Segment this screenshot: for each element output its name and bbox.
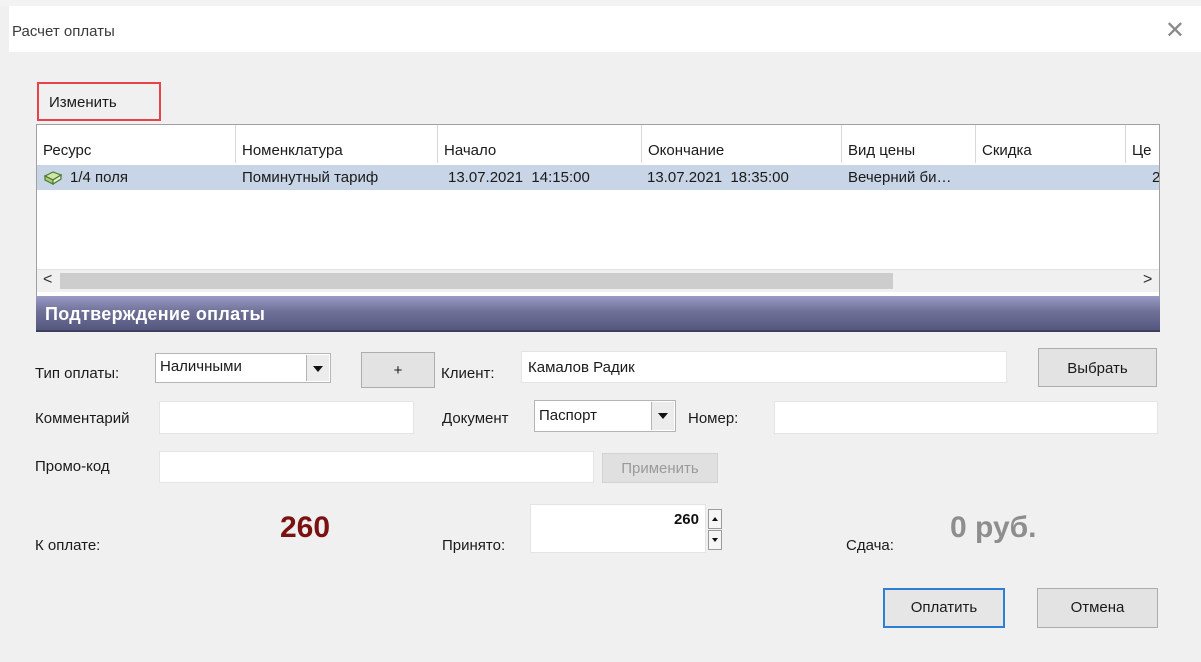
cell-resource: 1/4 поля (70, 169, 129, 186)
client-label: Клиент: (441, 365, 495, 382)
column-header-price[interactable]: Це (1126, 125, 1159, 163)
payment-type-value: Наличными (160, 358, 242, 375)
column-header-nomenclature[interactable]: Номенклатура (236, 125, 438, 163)
number-label: Номер: (688, 410, 739, 427)
document-number-field[interactable] (774, 401, 1158, 434)
document-select[interactable]: Паспорт (534, 400, 676, 432)
cell-price: 26 (1152, 169, 1160, 186)
section-title: Подтверждение оплаты (45, 304, 266, 324)
cancel-button[interactable]: Отмена (1037, 588, 1158, 628)
scroll-right-icon[interactable]: > (1143, 271, 1152, 289)
pay-button[interactable]: Оплатить (883, 588, 1005, 628)
client-value: Камалов Радик (528, 359, 635, 376)
dialog-title: Расчет оплаты (12, 23, 115, 40)
table-row[interactable] (37, 165, 1159, 190)
apply-promo-button[interactable]: Применить (602, 453, 718, 483)
document-label: Документ (442, 410, 509, 427)
comment-field[interactable] (159, 401, 414, 434)
column-header-discount[interactable]: Скидка (976, 125, 1126, 163)
promo-code-field[interactable] (159, 451, 594, 483)
change-label: Сдача: (846, 537, 894, 554)
title-bar: Расчет оплаты ✕ (9, 6, 1201, 52)
edit-button-label: Изменить (49, 94, 117, 111)
accepted-amount-value: 260 (673, 511, 699, 528)
accepted-amount-field[interactable]: 260 (530, 504, 706, 553)
column-header-start[interactable]: Начало (438, 125, 642, 163)
change-amount: 0 руб. (950, 511, 1037, 544)
close-icon[interactable]: ✕ (1165, 16, 1185, 44)
document-value: Паспорт (539, 407, 597, 424)
cell-price-type: Вечерний би… (848, 169, 952, 186)
column-header-resource[interactable]: Ресурс (37, 125, 236, 163)
column-header-end[interactable]: Окончание (642, 125, 842, 163)
horizontal-scrollbar[interactable]: < > (37, 269, 1159, 292)
add-payment-button[interactable]: + (361, 352, 435, 388)
accepted-label: Принято: (442, 537, 506, 554)
resource-book-icon (43, 171, 63, 186)
scrollbar-thumb[interactable] (60, 273, 893, 289)
to-pay-label: К оплате: (35, 537, 101, 554)
section-header: Подтверждение оплаты (36, 296, 1160, 332)
booking-grid: Ресурс Номенклатура Начало Окончание Вид… (36, 124, 1160, 299)
payment-type-select[interactable]: Наличными (155, 353, 331, 383)
cell-start: 13.07.2021 14:15:00 (448, 169, 590, 186)
payment-dialog: Расчет оплаты ✕ Изменить Ресурс Номенкла… (9, 6, 1201, 662)
spin-down-icon[interactable] (708, 530, 722, 550)
cell-nomenclature: Поминутный тариф (242, 169, 379, 186)
chevron-down-icon[interactable] (651, 402, 674, 430)
client-field[interactable]: Камалов Радик (521, 351, 1007, 383)
spin-up-icon[interactable] (708, 509, 722, 529)
comment-label: Комментарий (35, 410, 130, 427)
payment-type-label: Тип оплаты: (35, 365, 120, 382)
amount-spinner[interactable] (708, 509, 722, 551)
to-pay-amount: 260 (280, 511, 331, 544)
cell-end: 13.07.2021 18:35:00 (647, 169, 789, 186)
choose-client-button[interactable]: Выбрать (1038, 348, 1157, 387)
column-header-price-type[interactable]: Вид цены (842, 125, 976, 163)
promo-code-label: Промо-код (35, 458, 110, 475)
chevron-down-icon[interactable] (306, 355, 329, 381)
scroll-left-icon[interactable]: < (43, 271, 52, 289)
edit-button[interactable]: Изменить (37, 82, 161, 121)
